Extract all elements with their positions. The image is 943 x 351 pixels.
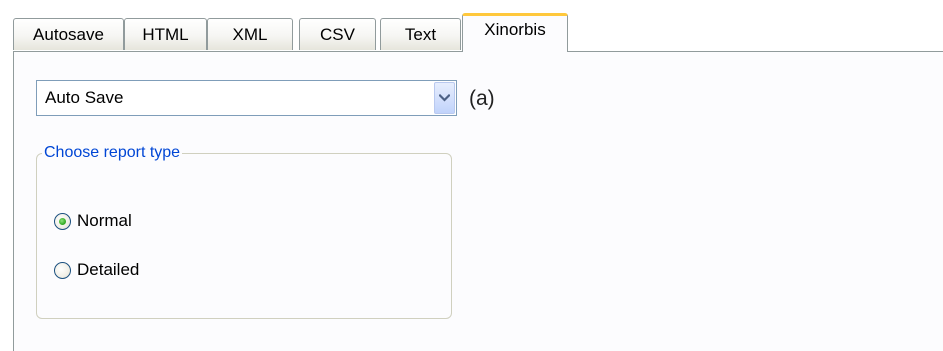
radio-checked-dot bbox=[59, 217, 66, 225]
radio-normal[interactable]: Normal bbox=[54, 210, 132, 232]
tab-text[interactable]: Text bbox=[380, 18, 461, 50]
report-type-group: Choose report type Normal Detailed bbox=[36, 143, 452, 319]
tab-autosave[interactable]: Autosave bbox=[13, 18, 124, 50]
tab-csv[interactable]: CSV bbox=[299, 18, 376, 50]
radio-normal-label[interactable]: Normal bbox=[77, 210, 132, 232]
save-mode-dropdown[interactable]: Auto Save bbox=[36, 80, 457, 116]
radio-detailed-label[interactable]: Detailed bbox=[77, 259, 139, 281]
dropdown-button[interactable] bbox=[434, 82, 455, 114]
tab-xml[interactable]: XML bbox=[207, 18, 293, 50]
save-mode-value: Auto Save bbox=[45, 88, 124, 107]
report-type-group-title: Choose report type bbox=[42, 143, 183, 163]
tab-strip: Autosave HTML XML CSV Text Xinorbis bbox=[13, 13, 943, 52]
tab-xinorbis[interactable]: Xinorbis bbox=[462, 13, 568, 52]
chevron-down-icon bbox=[439, 94, 450, 102]
tab-page-xinorbis: Auto Save (a) Choose report type Normal … bbox=[13, 51, 943, 351]
radio-button-checked[interactable] bbox=[54, 212, 71, 230]
radio-detailed[interactable]: Detailed bbox=[54, 259, 139, 281]
tab-html[interactable]: HTML bbox=[124, 18, 207, 50]
dropdown-annotation-label: (a) bbox=[469, 87, 495, 110]
radio-button-unchecked[interactable] bbox=[54, 261, 71, 279]
